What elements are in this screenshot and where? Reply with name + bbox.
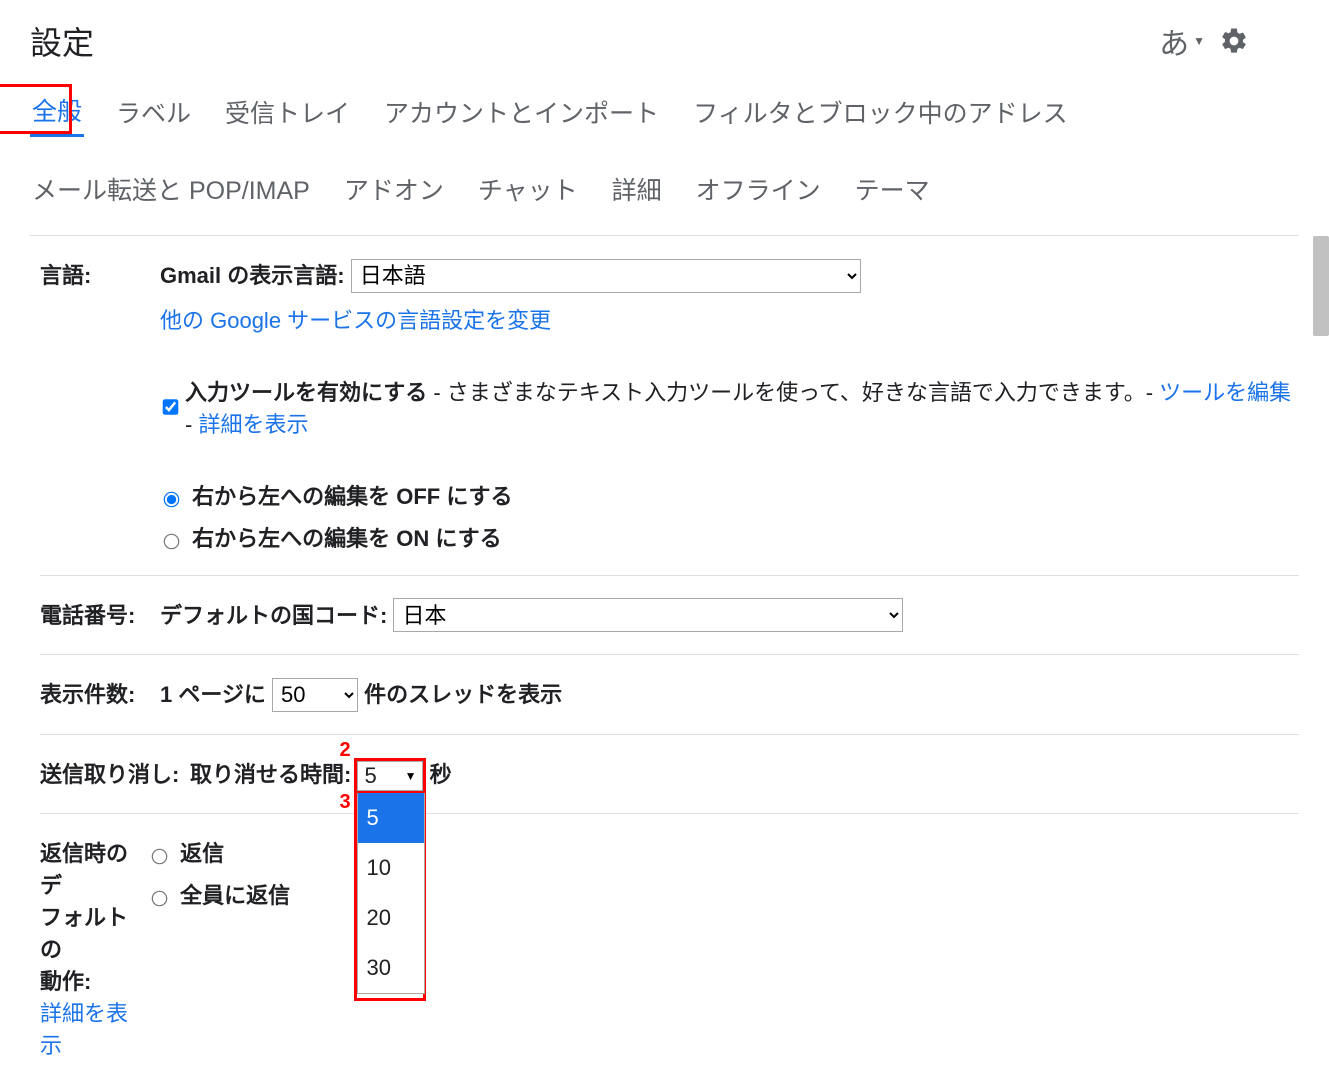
- tab-general[interactable]: 全般: [30, 86, 84, 137]
- page-title: 設定: [30, 18, 94, 64]
- rtl-off-label: 右から左への編集を OFF にする: [192, 484, 512, 509]
- input-tool-indicator-label: あ: [1159, 19, 1189, 63]
- settings-content: 言語: Gmail の表示言語: 日本語 他の Google サービスの言語設定…: [0, 236, 1329, 1082]
- section-label-reply-default-l3: 動作:: [40, 964, 148, 996]
- enable-input-tools-checkbox[interactable]: [163, 372, 179, 442]
- annotation-number-3: 3: [339, 791, 350, 814]
- undo-send-select-value: 5: [364, 763, 376, 789]
- section-label-page-size: 表示件数:: [40, 677, 160, 709]
- chevron-down-icon: ▼: [405, 769, 417, 783]
- undo-send-select[interactable]: 5 ▼: [357, 761, 423, 791]
- reply-option[interactable]: 返信: [148, 841, 224, 866]
- section-page-size: 表示件数: 1 ページに 50 件のスレッドを表示: [40, 655, 1299, 735]
- section-label-phone: 電話番号:: [40, 598, 160, 630]
- section-label-reply-default-l2: フォルトの: [40, 900, 148, 964]
- reply-all-option[interactable]: 全員に返信: [148, 883, 290, 908]
- page-size-select[interactable]: 50: [272, 678, 358, 712]
- section-reply-default: 返信時のデ フォルトの 動作: 詳細を表示 返信 全員に返信: [40, 814, 1299, 1082]
- tab-labels[interactable]: ラベル: [114, 88, 193, 136]
- annotation-number-2: 2: [339, 739, 350, 762]
- section-label-reply-default-l1: 返信時のデ: [40, 836, 148, 900]
- section-phone: 電話番号: デフォルトの国コード: 日本: [40, 576, 1299, 656]
- undo-send-option-10[interactable]: 10: [358, 843, 424, 893]
- other-google-languages-link[interactable]: 他の Google サービスの言語設定を変更: [160, 308, 551, 333]
- reply-all-label: 全員に返信: [180, 883, 290, 908]
- undo-send-inline-label: 取り消せる時間:: [190, 762, 351, 787]
- reply-default-details-link[interactable]: 詳細を表示: [40, 1001, 128, 1058]
- rtl-off-option[interactable]: 右から左への編集を OFF にする: [160, 484, 513, 509]
- tab-addons[interactable]: アドオン: [342, 165, 446, 213]
- undo-send-dropdown: 5102030: [357, 793, 425, 994]
- page-size-suffix: 件のスレッドを表示: [364, 682, 562, 707]
- enable-input-tools-label: 入力ツールを有効にする: [185, 380, 427, 405]
- reply-label: 返信: [180, 841, 224, 866]
- tab-offline[interactable]: オフライン: [694, 165, 823, 213]
- chevron-down-icon: ▼: [1193, 34, 1205, 48]
- input-tool-button[interactable]: あ ▼: [1159, 19, 1205, 63]
- default-country-code-label: デフォルトの国コード:: [160, 603, 387, 628]
- display-language-label: Gmail の表示言語:: [160, 263, 345, 288]
- edit-tools-link[interactable]: ツールを編集: [1159, 380, 1291, 405]
- gear-icon[interactable]: [1219, 26, 1249, 56]
- undo-send-option-5[interactable]: 5: [358, 793, 424, 843]
- reply-all-radio[interactable]: [152, 891, 168, 907]
- tab-inbox[interactable]: 受信トレイ: [223, 88, 352, 136]
- tab-themes[interactable]: テーマ: [853, 165, 932, 213]
- rtl-on-label: 右から左への編集を ON にする: [192, 526, 501, 551]
- tab-filters[interactable]: フィルタとブロック中のアドレス: [691, 88, 1070, 136]
- section-label-undo-send: 送信取り消し:: [40, 762, 179, 787]
- undo-send-option-30[interactable]: 30: [358, 943, 424, 993]
- header: 設定 あ ▼: [0, 0, 1329, 72]
- section-undo-send: 送信取り消し: 取り消せる時間: 5 ▼ 5102030 2 3: [40, 735, 1299, 814]
- default-country-code-select[interactable]: 日本: [393, 598, 903, 632]
- scrollbar-thumb[interactable]: [1313, 236, 1329, 336]
- enable-input-tools-desc: - さまざまなテキスト入力ツールを使って、好きな言語で入力できます。-: [427, 380, 1159, 405]
- tab-pop[interactable]: メール転送と POP/IMAP: [30, 165, 312, 213]
- reply-radio[interactable]: [152, 849, 168, 865]
- section-language: 言語: Gmail の表示言語: 日本語 他の Google サービスの言語設定…: [40, 236, 1299, 576]
- tab-chat[interactable]: チャット: [476, 165, 580, 213]
- undo-send-option-20[interactable]: 20: [358, 893, 424, 943]
- rtl-on-option[interactable]: 右から左への編集を ON にする: [160, 526, 502, 551]
- section-label-language: 言語:: [40, 258, 160, 290]
- rtl-off-radio[interactable]: [164, 491, 180, 507]
- page-size-prefix: 1 ページに: [160, 682, 266, 707]
- input-tools-details-link[interactable]: 詳細を表示: [198, 412, 308, 437]
- rtl-on-radio[interactable]: [164, 533, 180, 549]
- tab-accounts[interactable]: アカウントとインポート: [382, 88, 661, 136]
- undo-send-unit: 秒: [430, 762, 452, 787]
- tab-advanced[interactable]: 詳細: [610, 165, 664, 213]
- settings-tabs: 全般ラベル受信トレイアカウントとインポートフィルタとブロック中のアドレスメール転…: [0, 86, 1329, 236]
- display-language-select[interactable]: 日本語: [351, 259, 861, 293]
